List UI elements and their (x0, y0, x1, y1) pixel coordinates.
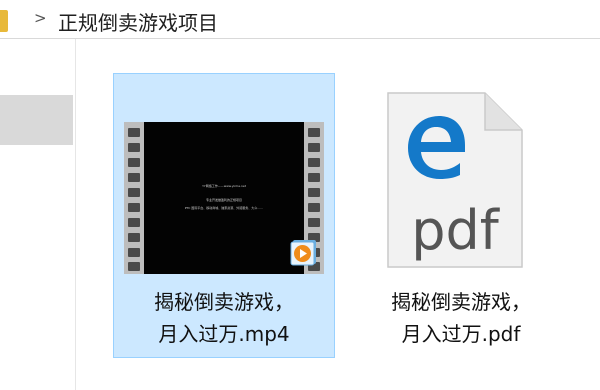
thumbnail-text-line: 专业开发做盈利的正规项目 (205, 198, 242, 202)
media-player-play-icon (290, 240, 316, 266)
nav-selected-item[interactable] (0, 95, 73, 145)
file-item-pdf[interactable]: pdf 揭秘倒卖游戏， 月入过万.pdf (350, 73, 572, 358)
file-name-line1: 揭秘倒卖游戏， (154, 290, 294, 314)
folder-icon (0, 10, 8, 32)
edge-browser-icon (408, 116, 465, 179)
file-name-line1: 揭秘倒卖游戏， (391, 290, 531, 314)
file-item-video[interactable]: YY网络工作——www.yinhe.net 专业开发做盈利的正规项目 PTC 国… (113, 73, 335, 358)
navigation-pane (0, 39, 76, 390)
file-name-line2: 月入过万.mp4 (158, 322, 290, 346)
thumbnail-text-line: YY网络工作——www.yinhe.net (202, 184, 246, 188)
video-frame: YY网络工作——www.yinhe.net 专业开发做盈利的正规项目 PTC 国… (144, 122, 304, 274)
pdf-label: pdf (411, 199, 499, 262)
film-strip-left (124, 122, 144, 274)
thumbnail-text-line: PTC 国际平台、移动商城、独家资源、外贸服务、大众…… (184, 206, 264, 210)
breadcrumb-separator-icon[interactable]: > (34, 9, 47, 27)
file-name-line2: 月入过万.pdf (401, 322, 521, 346)
video-thumbnail: YY网络工作——www.yinhe.net 专业开发做盈利的正规项目 PTC 国… (124, 122, 324, 274)
breadcrumb-current-folder[interactable]: 正规倒卖游戏项目 (58, 7, 218, 36)
address-bar[interactable]: > 正规倒卖游戏项目 (0, 0, 600, 39)
